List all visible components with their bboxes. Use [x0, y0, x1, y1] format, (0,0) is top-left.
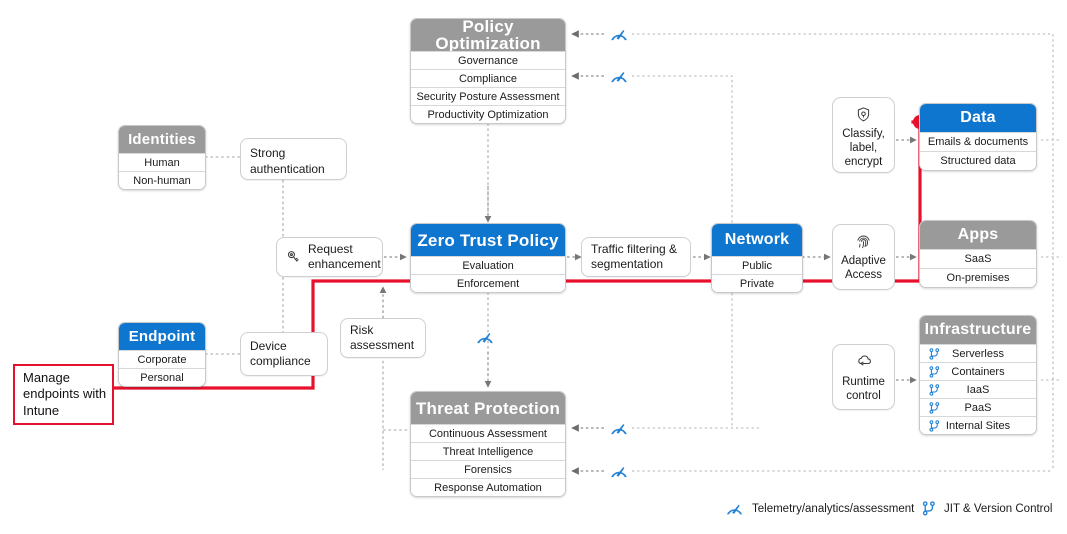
legend-item-jit-version-control: JIT & Version Control: [921, 500, 1052, 517]
pillar-row[interactable]: PaaS: [920, 398, 1036, 416]
note-label: Adaptive Access: [841, 255, 886, 282]
pillar-row[interactable]: Continuous Assessment: [411, 424, 565, 442]
telemetry-gauge-icon: [611, 30, 627, 41]
pillar-header: Data: [920, 104, 1036, 132]
note-adaptive-access[interactable]: Adaptive Access: [832, 224, 895, 290]
note-runtime-control[interactable]: Runtime control: [832, 344, 895, 410]
version-control-icon: [929, 347, 940, 360]
pillar-row[interactable]: Containers: [920, 362, 1036, 380]
note-device-compliance[interactable]: Device compliance: [240, 332, 328, 376]
pillar-header: Apps: [920, 221, 1036, 249]
pillar-row[interactable]: SaaS: [920, 249, 1036, 268]
pillar-row[interactable]: Corporate: [119, 350, 205, 368]
legend-label: Telemetry/analytics/assessment: [752, 503, 915, 515]
pillar-row[interactable]: Private: [712, 274, 802, 292]
pillar-row[interactable]: Personal: [119, 368, 205, 386]
pillar-data[interactable]: Data Emails & documents Structured data: [919, 103, 1037, 171]
pillar-row[interactable]: Emails & documents: [920, 132, 1036, 151]
legend-label: JIT & Version Control: [944, 502, 1053, 515]
pillar-apps[interactable]: Apps SaaS On-premises: [919, 220, 1037, 288]
pillar-header: Infrastructure: [920, 316, 1036, 344]
pillar-header: Threat Protection: [411, 392, 565, 424]
note-label: Risk assessment: [350, 322, 415, 352]
pillar-row[interactable]: Structured data: [920, 151, 1036, 170]
pillar-row[interactable]: Serverless: [920, 344, 1036, 362]
pillar-identities[interactable]: Identities Human Non-human: [118, 125, 206, 190]
pillar-infrastructure[interactable]: Infrastructure Serverless Containers Iaa…: [919, 315, 1037, 435]
note-strong-authentication[interactable]: Strong authentication: [240, 138, 347, 180]
pillar-row[interactable]: Productivity Optimization: [411, 105, 565, 123]
telemetry-gauge-icon: [726, 504, 743, 515]
version-control-icon: [929, 365, 940, 378]
pillar-row[interactable]: Enforcement: [411, 274, 565, 292]
pillar-row-label: Internal Sites: [945, 419, 1011, 432]
telemetry-gauge-icon: [611, 72, 627, 83]
telemetry-gauge-icon: [611, 467, 627, 478]
cloud-runtime-icon: [857, 355, 871, 366]
pillar-header: Policy Optimization: [411, 19, 565, 52]
shield-lock-icon: [857, 107, 870, 122]
pillar-threat-protection[interactable]: Threat Protection Continuous Assessment …: [410, 391, 566, 497]
version-control-icon: [929, 401, 940, 414]
pillar-row[interactable]: Governance: [411, 51, 565, 69]
note-label: Request enhancement: [308, 241, 381, 271]
telemetry-gauge-icon: [611, 424, 627, 435]
pillar-row[interactable]: Response Automation: [411, 478, 565, 496]
pillar-row[interactable]: On-premises: [920, 268, 1036, 287]
note-label: Strong authentication: [250, 145, 325, 176]
pillar-row[interactable]: Evaluation: [411, 256, 565, 274]
fingerprint-icon: [857, 235, 870, 249]
pillar-header: Network: [712, 224, 802, 256]
note-label: Runtime control: [842, 376, 885, 403]
pillar-row[interactable]: Threat Intelligence: [411, 442, 565, 460]
pillar-row-label: Containers: [951, 365, 1005, 378]
key-icon: [287, 250, 299, 262]
zero-trust-architecture-diagram: Policy Optimization Governance Complianc…: [0, 0, 1067, 534]
note-request-enhancement[interactable]: Request enhancement: [276, 237, 383, 277]
pillar-zero-trust-policy[interactable]: Zero Trust Policy Evaluation Enforcement: [410, 223, 566, 293]
legend-item-telemetry: Telemetry/analytics/assessment: [724, 500, 914, 518]
note-label: Traffic filtering & segmentation: [591, 241, 678, 271]
callout-label: Manage endpoints with Intune: [23, 369, 107, 418]
pillar-policy-optimization[interactable]: Policy Optimization Governance Complianc…: [410, 18, 566, 124]
pillar-row-label: IaaS: [966, 383, 990, 396]
note-label: Device compliance: [250, 338, 311, 368]
pillar-row[interactable]: Public: [712, 256, 802, 274]
note-label: Classify, label, encrypt: [842, 128, 885, 169]
pillar-row[interactable]: Human: [119, 153, 205, 171]
note-classify-label-encrypt[interactable]: Classify, label, encrypt: [832, 97, 895, 173]
pillar-row-label: Serverless: [952, 347, 1004, 360]
note-risk-assessment[interactable]: Risk assessment: [340, 318, 426, 358]
pillar-header: Identities: [119, 126, 205, 153]
pillar-row[interactable]: Internal Sites: [920, 416, 1036, 434]
note-traffic-filtering-segmentation[interactable]: Traffic filtering & segmentation: [581, 237, 691, 277]
pillar-row[interactable]: IaaS: [920, 380, 1036, 398]
pillar-row[interactable]: Security Posture Assessment: [411, 87, 565, 105]
pillar-header: Zero Trust Policy: [411, 224, 565, 256]
pillar-row[interactable]: Compliance: [411, 69, 565, 87]
pillar-row[interactable]: Non-human: [119, 171, 205, 189]
version-control-icon: [929, 419, 940, 432]
telemetry-gauge-icon: [477, 333, 493, 344]
callout-manage-endpoints-intune[interactable]: Manage endpoints with Intune: [13, 364, 114, 425]
pillar-network[interactable]: Network Public Private: [711, 223, 803, 293]
version-control-icon: [929, 383, 940, 396]
pillar-header: Endpoint: [119, 323, 205, 350]
pillar-endpoint[interactable]: Endpoint Corporate Personal: [118, 322, 206, 387]
version-control-icon: [922, 501, 935, 516]
pillar-row-label: PaaS: [964, 401, 992, 414]
pillar-row[interactable]: Forensics: [411, 460, 565, 478]
